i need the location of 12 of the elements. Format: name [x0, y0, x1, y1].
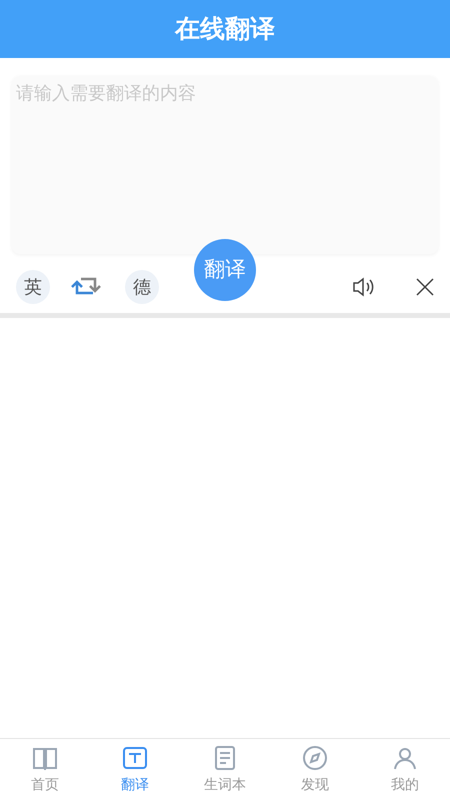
tab[interactable]: 发现 — [270, 739, 360, 800]
tab[interactable]: 我的 — [360, 739, 450, 800]
translate-button[interactable]: 翻译 — [194, 239, 256, 301]
source-language-button[interactable]: 英 — [16, 270, 50, 304]
target-language-button[interactable]: 德 — [125, 270, 159, 304]
page-title: 在线翻译 — [175, 13, 275, 46]
tab[interactable]: 首页 — [0, 739, 90, 800]
close-icon[interactable] — [416, 278, 434, 296]
speaker-icon[interactable] — [352, 276, 376, 298]
tab[interactable]: 生词本 — [180, 739, 270, 800]
compass-icon — [300, 743, 330, 773]
tab[interactable]: 翻译 — [90, 739, 180, 800]
